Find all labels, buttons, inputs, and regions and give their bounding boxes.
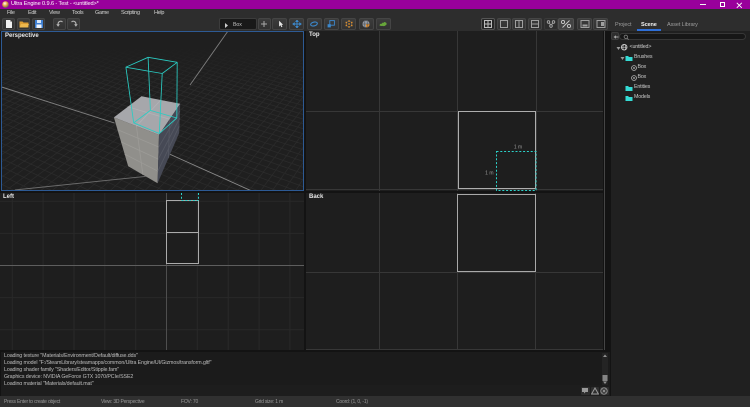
svg-text:1 m: 1 m	[485, 171, 493, 177]
svg-text:1 m: 1 m	[514, 145, 522, 151]
